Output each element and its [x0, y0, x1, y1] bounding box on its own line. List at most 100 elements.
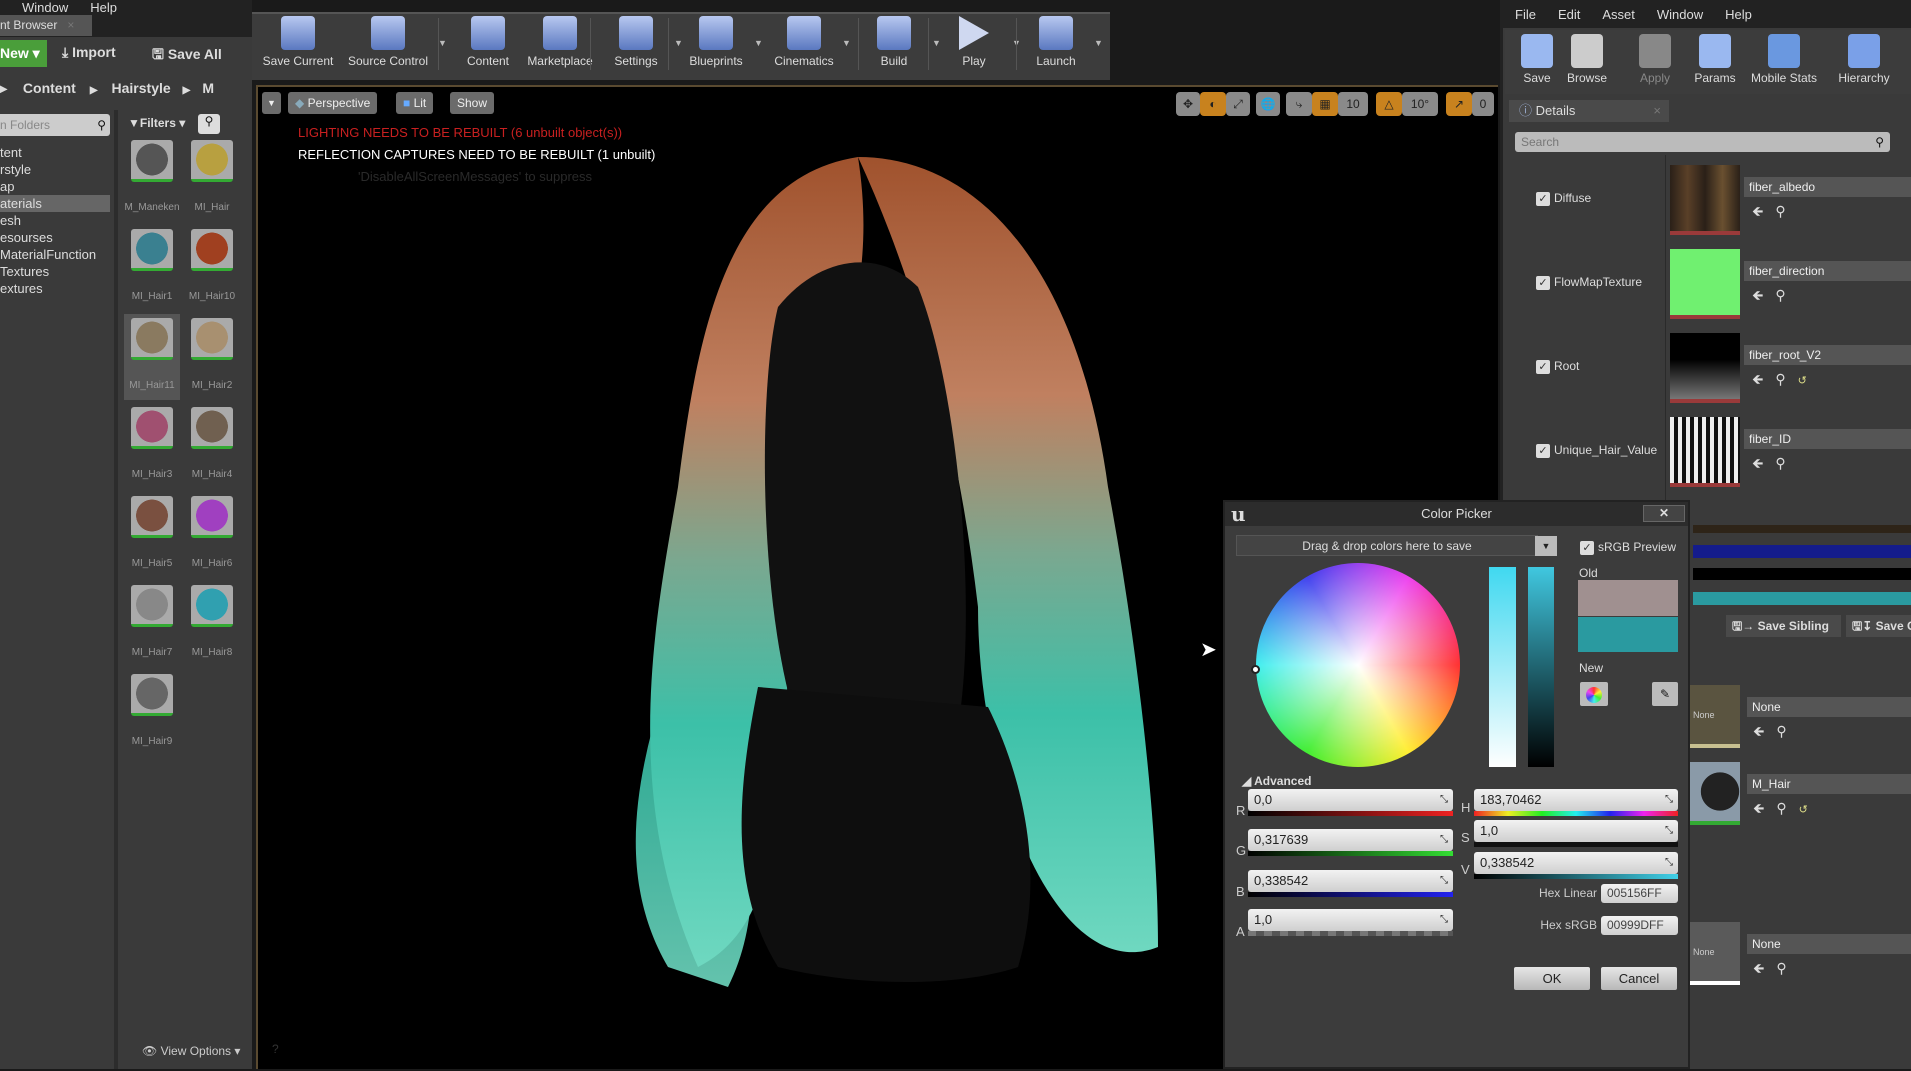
folder-item[interactable]: tent [0, 144, 110, 161]
texture-thumbnail[interactable] [1670, 417, 1740, 487]
tab-details[interactable]: ⓘ Details × [1509, 100, 1669, 122]
asset-tile[interactable]: MI_Hair3 [124, 407, 180, 480]
checkbox[interactable]: ✓ [1536, 359, 1550, 374]
folder-item[interactable]: MaterialFunction [0, 246, 110, 263]
hex-srgb-input[interactable]: 00999DFF [1601, 916, 1678, 935]
rotation-snap-toggle[interactable]: △ [1376, 92, 1402, 116]
asset-tile[interactable]: MI_Hair8 [184, 585, 240, 658]
param-checkbox[interactable]: ✓ Unique_Hair_Value [1536, 443, 1657, 458]
asset-tile[interactable]: MI_Hair4 [184, 407, 240, 480]
folder-item[interactable]: esourses [0, 229, 110, 246]
perspective-button[interactable]: ◆ Perspective [288, 92, 378, 114]
view-options-button[interactable]: 👁 View Options ▾ [142, 1044, 240, 1058]
browse-icon[interactable]: ⚲ [1775, 203, 1797, 219]
color-swatch-blue[interactable] [1693, 545, 1911, 558]
tab-content-browser[interactable]: nt Browser × [0, 15, 92, 36]
ok-button[interactable]: OK [1514, 967, 1590, 990]
param-checkbox[interactable]: ✓ FlowMapTexture [1536, 275, 1642, 290]
menu-window[interactable]: Window [1657, 7, 1703, 22]
new-button[interactable]: New ▾ [0, 40, 47, 67]
reset-icon[interactable]: ↺ [1798, 375, 1819, 387]
cinematics-button[interactable]: Cinematics [768, 14, 840, 74]
folder-item[interactable]: extures [0, 280, 110, 297]
a-input[interactable]: 1,0 ⤡ [1248, 909, 1453, 931]
asset-tile[interactable]: MI_Hair [184, 140, 240, 213]
menu-window[interactable]: Window [22, 0, 68, 15]
r-input[interactable]: 0,0 ⤡ [1248, 789, 1453, 811]
color-wheel-mode-button[interactable] [1580, 682, 1608, 706]
folder-item[interactable]: Textures [0, 263, 110, 280]
asset-tile[interactable]: MI_Hair5 [124, 496, 180, 569]
browse-icon[interactable]: ⚲ [1776, 800, 1798, 816]
s-input[interactable]: 1,0 ⤡ [1474, 820, 1678, 842]
color-wheel[interactable] [1256, 563, 1460, 767]
apply-button[interactable]: Apply [1627, 32, 1683, 85]
g-input[interactable]: 0,317639 ⤡ [1248, 829, 1453, 851]
menu-asset[interactable]: Asset [1602, 7, 1635, 22]
settings-button[interactable]: Settings [600, 14, 672, 74]
menu-edit[interactable]: Edit [1558, 7, 1580, 22]
save-all-button[interactable]: 🖫 Save All [152, 44, 222, 68]
menu-help[interactable]: Help [1725, 7, 1752, 22]
browse-icon[interactable]: ⚲ [1776, 723, 1798, 739]
save-sibling-button[interactable]: 🖫→ Save Sibling [1726, 615, 1841, 637]
param-checkbox[interactable]: ✓ Diffuse [1536, 191, 1591, 206]
details-search-input[interactable]: Search ⚲ [1515, 132, 1890, 152]
scale-snap-toggle[interactable]: ↗ [1446, 92, 1472, 116]
use-selected-icon[interactable]: 🡸 [1752, 203, 1775, 219]
browse-icon[interactable]: ⚲ [1775, 371, 1797, 387]
build-button[interactable]: Build [858, 14, 930, 74]
texture-name[interactable]: M_Hair [1747, 774, 1911, 794]
browse-icon[interactable]: ⚲ [1775, 287, 1797, 303]
marketplace-button[interactable]: Marketplace [524, 14, 596, 74]
texture-name[interactable]: None [1747, 697, 1911, 717]
lit-button[interactable]: ■ Lit [396, 92, 434, 114]
browse-button[interactable]: Browse [1559, 32, 1615, 85]
viewport-menu-button[interactable]: ▼ [262, 92, 281, 114]
texture-name[interactable]: fiber_direction [1744, 261, 1911, 281]
color-drop-zone[interactable]: Drag & drop colors here to save [1236, 535, 1538, 556]
dropdown-arrow-icon[interactable]: ▼ [754, 38, 763, 48]
dropdown-arrow-icon[interactable]: ▼ [438, 38, 447, 48]
texture-thumbnail[interactable] [1670, 333, 1740, 403]
hierarchy-button[interactable]: Hierarchy [1825, 32, 1903, 85]
texture-name[interactable]: fiber_root_V2 [1744, 345, 1911, 365]
use-selected-icon[interactable]: 🡸 [1753, 723, 1776, 739]
folder-item[interactable]: ap [0, 178, 110, 195]
grid-snap-toggle[interactable]: ▦ [1312, 92, 1338, 116]
swatch-dropdown[interactable]: ▼ [1535, 536, 1557, 556]
breadcrumb-m[interactable]: M [202, 80, 214, 96]
params-button[interactable]: Params [1687, 32, 1743, 85]
use-selected-icon[interactable]: 🡸 [1752, 455, 1775, 471]
asset-tile[interactable]: MI_Hair7 [124, 585, 180, 658]
asset-tile[interactable]: MI_Hair9 [124, 674, 180, 747]
source-control-button[interactable]: Source Control [348, 14, 428, 74]
menu-help[interactable]: Help [90, 0, 117, 15]
texture-thumbnail[interactable]: None [1690, 922, 1740, 985]
hex-linear-input[interactable]: 005156FF [1601, 884, 1678, 903]
filters-button[interactable]: ▼Filters ▾ [128, 116, 185, 130]
checkbox[interactable]: ✓ [1536, 443, 1550, 458]
grid-snap-value[interactable]: 10 [1338, 92, 1368, 116]
folder-item[interactable]: aterials [0, 195, 110, 212]
texture-name[interactable]: None [1747, 934, 1911, 954]
eyedropper-button[interactable]: ✎ [1652, 682, 1678, 706]
use-selected-icon[interactable]: 🡸 [1753, 800, 1776, 816]
value-slider[interactable] [1528, 567, 1554, 767]
import-button[interactable]: ⤓ Import [62, 44, 116, 61]
folder-search-input[interactable]: n Folders ⚲ [0, 114, 110, 136]
close-icon[interactable]: × [67, 18, 74, 32]
menu-file[interactable]: File [1515, 7, 1536, 22]
browse-icon[interactable]: ⚲ [1776, 960, 1798, 976]
surface-snap[interactable]: ⤷ [1286, 92, 1312, 116]
texture-thumbnail[interactable]: None [1690, 685, 1740, 748]
h-input[interactable]: 183,70462 ⤡ [1474, 789, 1678, 811]
breadcrumb-hairstyle[interactable]: Hairstyle [112, 80, 171, 96]
v-input[interactable]: 0,338542 ⤡ [1474, 852, 1678, 874]
checkbox[interactable]: ✓ [1536, 275, 1550, 290]
use-selected-icon[interactable]: 🡸 [1753, 960, 1776, 976]
save-child-button[interactable]: 🖫↧ Save C [1846, 615, 1911, 637]
asset-tile[interactable]: M_Maneken [124, 140, 180, 213]
asset-tile[interactable]: MI_Hair2 [184, 318, 240, 391]
breadcrumb-content[interactable]: Content [23, 80, 76, 96]
